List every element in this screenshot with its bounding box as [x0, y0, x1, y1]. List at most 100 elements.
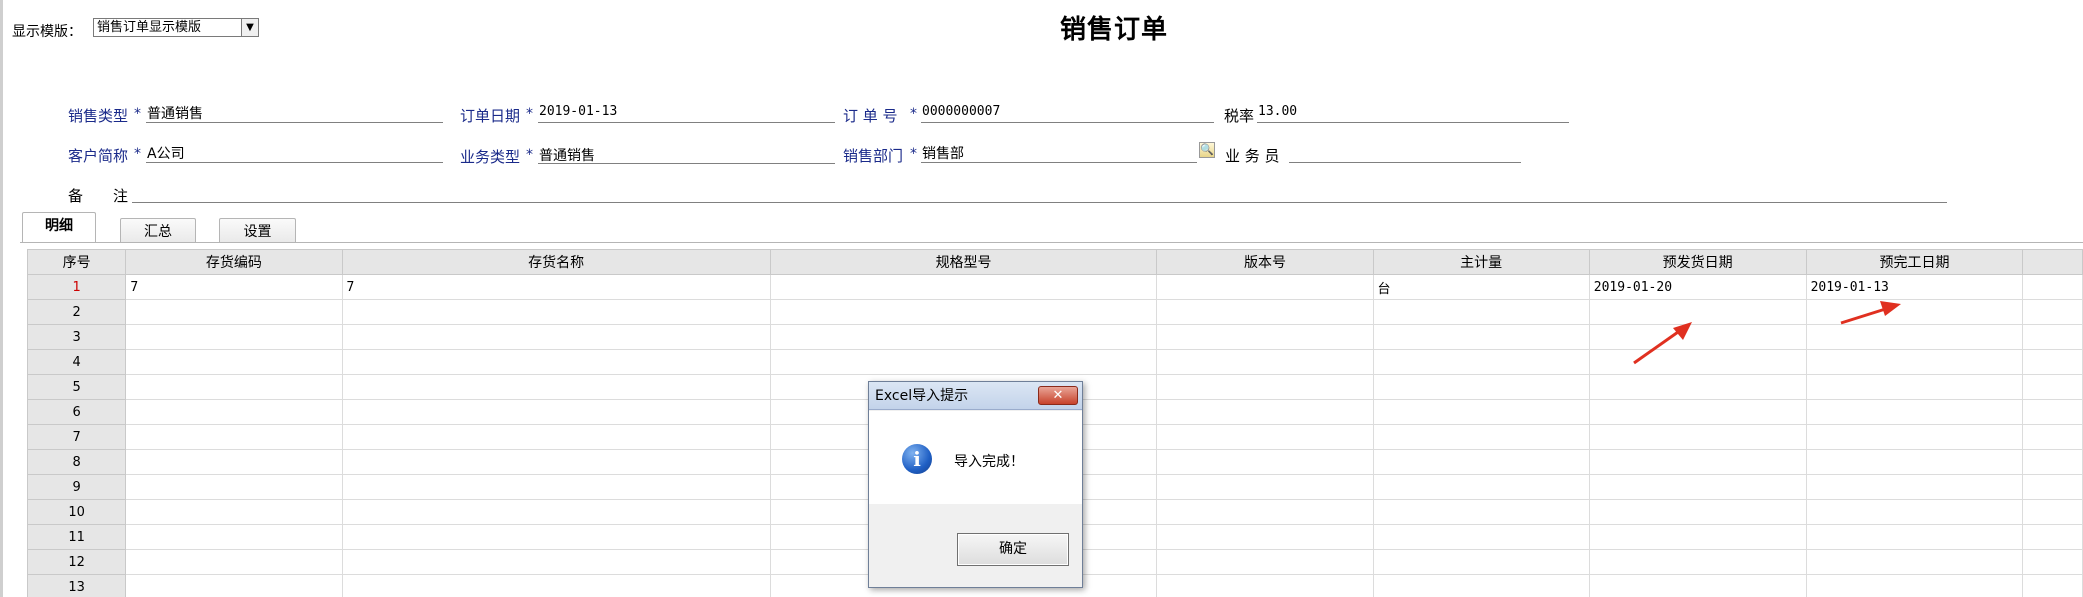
- table-cell[interactable]: [1588, 324, 1807, 350]
- table-cell[interactable]: [125, 549, 343, 575]
- row-number[interactable]: 10: [27, 499, 127, 525]
- table-cell[interactable]: [125, 399, 343, 425]
- table-cell[interactable]: [1372, 399, 1590, 425]
- table-cell[interactable]: [1805, 324, 2024, 350]
- table-cell[interactable]: [1156, 349, 1374, 375]
- table-cell[interactable]: [341, 449, 771, 475]
- table-cell[interactable]: [1588, 374, 1807, 400]
- table-cell[interactable]: 2019-01-13: [1805, 274, 2024, 300]
- table-cell[interactable]: [1156, 424, 1374, 450]
- column-header[interactable]: 存货名称: [341, 249, 771, 275]
- dropdown-arrow-icon[interactable]: ▼: [241, 19, 258, 36]
- table-cell[interactable]: [1805, 574, 2024, 597]
- table-cell[interactable]: [1372, 574, 1590, 597]
- column-header[interactable]: 主计量: [1372, 249, 1590, 275]
- tax-rate-field[interactable]: 13.00: [1258, 104, 1297, 119]
- table-cell[interactable]: [1588, 474, 1807, 500]
- table-cell[interactable]: [1372, 374, 1590, 400]
- close-icon[interactable]: ✕: [1038, 386, 1078, 405]
- table-cell[interactable]: [1588, 424, 1807, 450]
- table-cell[interactable]: [125, 499, 343, 525]
- table-cell[interactable]: 7: [125, 274, 343, 300]
- table-row[interactable]: 1 7 7 台 2019-01-20 2019-01-13: [27, 274, 2083, 300]
- table-cell[interactable]: [1156, 299, 1374, 325]
- row-number[interactable]: 1: [27, 274, 127, 300]
- table-cell[interactable]: [1805, 399, 2024, 425]
- table-cell[interactable]: [125, 424, 343, 450]
- dept-field[interactable]: 销售部: [922, 143, 964, 163]
- customer-field[interactable]: A公司: [147, 143, 185, 163]
- order-no-field[interactable]: 0000000007: [922, 104, 1000, 119]
- sale-type-field[interactable]: 普通销售: [147, 103, 203, 123]
- table-cell[interactable]: [1372, 424, 1590, 450]
- table-cell[interactable]: [341, 399, 771, 425]
- table-cell[interactable]: [125, 324, 343, 350]
- table-cell[interactable]: [769, 324, 1158, 350]
- ok-button[interactable]: 确定: [957, 533, 1069, 566]
- table-cell[interactable]: [1805, 424, 2024, 450]
- row-number[interactable]: 9: [27, 474, 127, 500]
- row-number[interactable]: 3: [27, 324, 127, 350]
- table-cell[interactable]: [1156, 449, 1374, 475]
- table-cell[interactable]: [769, 274, 1158, 300]
- row-number[interactable]: 12: [27, 549, 127, 575]
- table-cell[interactable]: [341, 474, 771, 500]
- table-cell[interactable]: 台: [1372, 274, 1590, 300]
- table-cell[interactable]: [1805, 499, 2024, 525]
- table-cell[interactable]: [1156, 324, 1374, 350]
- table-cell[interactable]: [1372, 549, 1590, 575]
- table-cell[interactable]: 2019-01-20: [1588, 274, 1807, 300]
- tab-summary[interactable]: 汇总: [120, 218, 196, 243]
- table-cell[interactable]: [769, 299, 1158, 325]
- column-header[interactable]: 规格型号: [769, 249, 1158, 275]
- table-cell[interactable]: [125, 349, 343, 375]
- table-cell[interactable]: [1588, 574, 1807, 597]
- table-row[interactable]: 2: [27, 299, 2083, 325]
- table-cell[interactable]: [341, 524, 771, 550]
- row-number[interactable]: 7: [27, 424, 127, 450]
- tab-detail[interactable]: 明细: [22, 212, 96, 243]
- table-cell[interactable]: 7: [341, 274, 771, 300]
- row-number[interactable]: 6: [27, 399, 127, 425]
- table-cell[interactable]: [1372, 524, 1590, 550]
- table-cell[interactable]: [341, 499, 771, 525]
- column-header[interactable]: 预发货日期: [1588, 249, 1807, 275]
- table-cell[interactable]: [1805, 524, 2024, 550]
- row-number[interactable]: 8: [27, 449, 127, 475]
- table-cell[interactable]: [1805, 474, 2024, 500]
- table-cell[interactable]: [341, 374, 771, 400]
- table-cell[interactable]: [125, 574, 343, 597]
- table-row[interactable]: 3: [27, 324, 2083, 350]
- table-cell[interactable]: [125, 524, 343, 550]
- column-header[interactable]: 版本号: [1156, 249, 1374, 275]
- biz-type-field[interactable]: 普通销售: [539, 145, 595, 165]
- table-cell[interactable]: [1156, 549, 1374, 575]
- table-cell[interactable]: [1805, 374, 2024, 400]
- table-cell[interactable]: [1805, 449, 2024, 475]
- row-number[interactable]: 11: [27, 524, 127, 550]
- table-cell[interactable]: [1372, 449, 1590, 475]
- table-cell[interactable]: [1156, 574, 1374, 597]
- order-date-field[interactable]: 2019-01-13: [539, 104, 617, 119]
- table-cell[interactable]: [341, 424, 771, 450]
- column-header[interactable]: 序号: [27, 249, 127, 275]
- table-cell[interactable]: [341, 349, 771, 375]
- table-cell[interactable]: [1588, 549, 1807, 575]
- table-cell[interactable]: [1588, 499, 1807, 525]
- table-cell[interactable]: [125, 474, 343, 500]
- table-cell[interactable]: [1588, 349, 1807, 375]
- table-cell[interactable]: [125, 374, 343, 400]
- table-cell[interactable]: [1588, 449, 1807, 475]
- row-number[interactable]: 4: [27, 349, 127, 375]
- table-cell[interactable]: [1156, 374, 1374, 400]
- table-cell[interactable]: [1372, 299, 1590, 325]
- table-cell[interactable]: [1372, 349, 1590, 375]
- row-number[interactable]: 5: [27, 374, 127, 400]
- table-cell[interactable]: [1156, 524, 1374, 550]
- column-header[interactable]: 预完工日期: [1805, 249, 2024, 275]
- template-select[interactable]: 销售订单显示模版 ▼: [93, 18, 259, 37]
- table-cell[interactable]: [125, 449, 343, 475]
- table-cell[interactable]: [1156, 399, 1374, 425]
- table-cell[interactable]: [1805, 549, 2024, 575]
- table-cell[interactable]: [1805, 299, 2024, 325]
